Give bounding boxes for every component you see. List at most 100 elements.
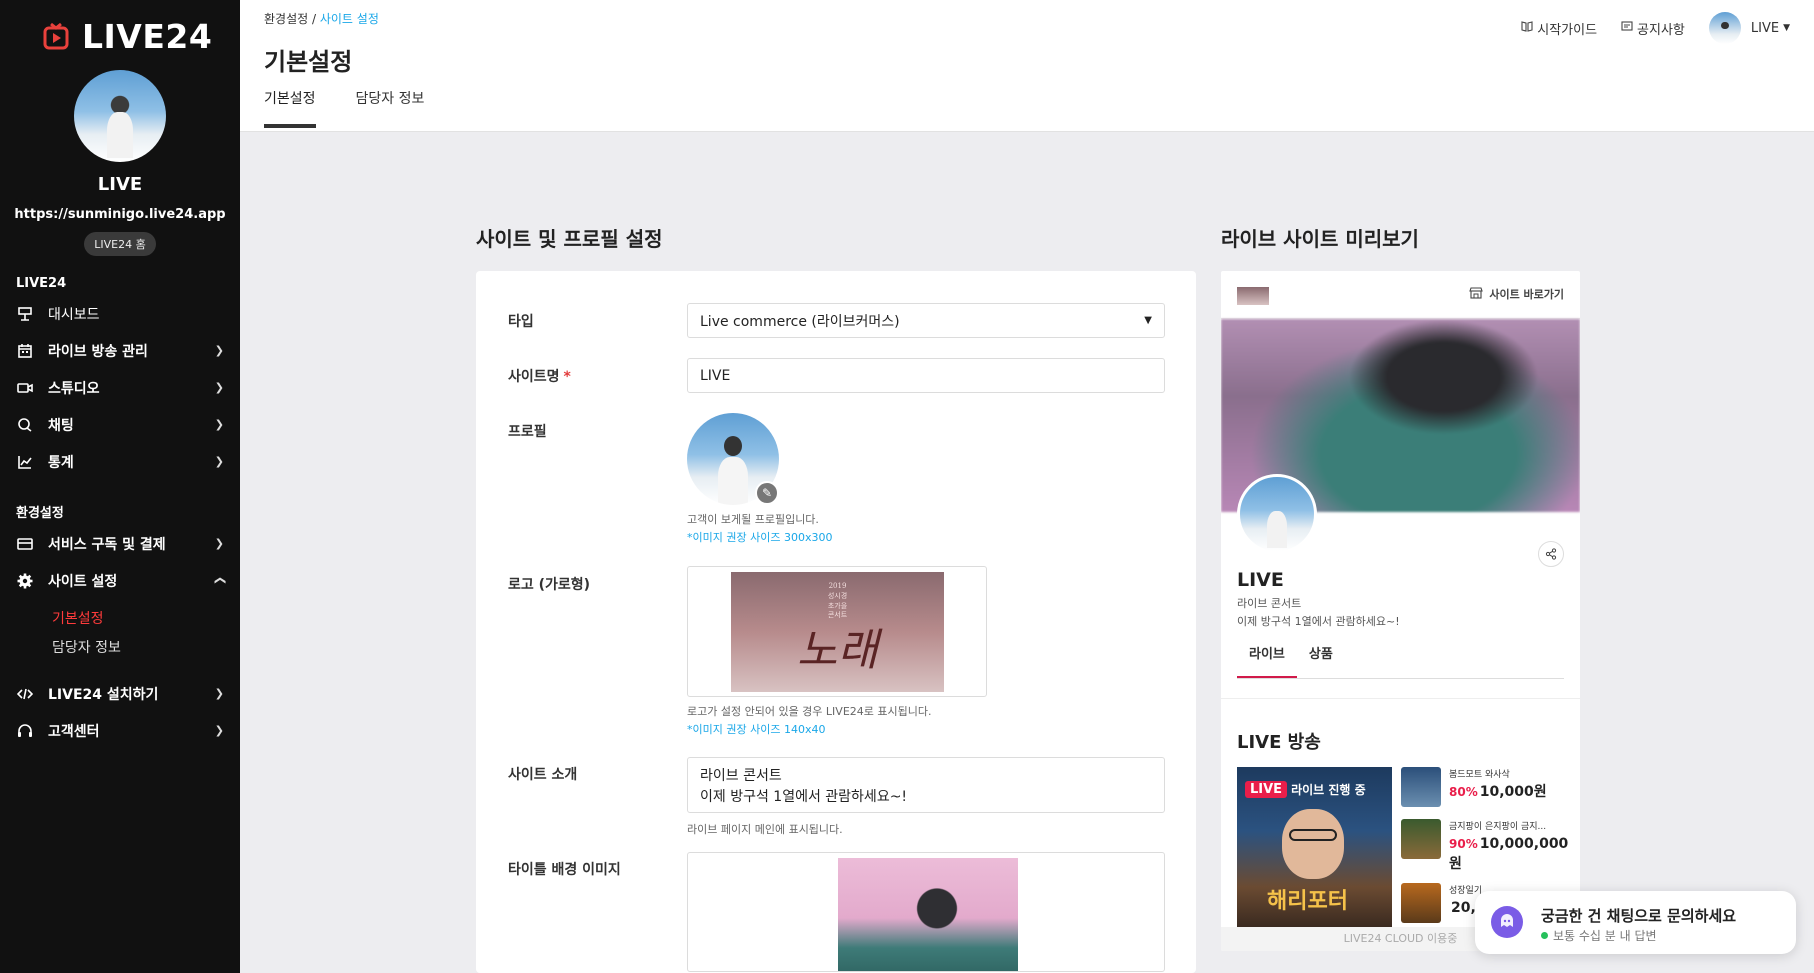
live-badge-label: LIVE (1245, 781, 1288, 798)
product-name: 금지팡이 은지팡이 금지... (1449, 822, 1547, 832)
intro-hint: 라이브 페이지 메인에 표시됩니다. (687, 823, 843, 836)
online-status-dot (1541, 932, 1548, 939)
user-name: LIVE (1750, 20, 1780, 36)
chat-icon (16, 416, 34, 434)
caret-down-icon: ▼ (1783, 23, 1790, 33)
title-bg-image (838, 858, 1018, 971)
required-mark: * (563, 369, 571, 385)
type-select[interactable]: Live commerce (라이브커머스) ▼ (687, 303, 1165, 338)
sidebar-item-label: 스튜디오 (48, 380, 100, 397)
preview-tab-live[interactable]: 라이브 (1237, 631, 1297, 678)
product-name: 봄드모트 와사삭 (1449, 770, 1510, 780)
product-thumbnail (1401, 883, 1441, 923)
product-discount: 90% (1449, 837, 1478, 851)
sidebar: LIVE24 LIVE https://sunminigo.live24.app… (0, 0, 240, 973)
logo-box[interactable]: 2019 성시경 초가을 콘서트 노래 (687, 566, 987, 697)
pencil-icon: ✎ (761, 486, 773, 500)
brand-logo[interactable]: LIVE24 (0, 0, 240, 60)
sidebar-item-support[interactable]: 고객센터 ❯ (0, 712, 240, 749)
sidebar-item-install[interactable]: LIVE24 설치하기 ❯ (0, 675, 240, 712)
profile-hint: 고객이 보게될 프로필입니다. (687, 513, 819, 526)
sidebar-item-label: LIVE24 설치하기 (48, 686, 159, 703)
product-item[interactable]: 봄드모트 와사삭 80% 10,000원 (1401, 767, 1561, 811)
sidebar-item-site-settings[interactable]: 사이트 설정 ❯ (0, 562, 240, 599)
intro-textarea[interactable]: 라이브 콘서트 이제 방구석 1열에서 관람하세요~! (687, 757, 1165, 813)
video-icon (16, 379, 34, 397)
avatar (1708, 12, 1741, 44)
logo-label: 로고 (가로형) (508, 577, 591, 593)
title-bg-label: 타이틀 배경 이미지 (508, 862, 621, 878)
share-icon[interactable] (1538, 541, 1564, 567)
tab-contact-info[interactable]: 담당자 정보 (356, 88, 425, 128)
sidebar-item-dashboard[interactable]: 대시보드 (0, 295, 240, 332)
tab-basic-settings[interactable]: 기본설정 (264, 88, 316, 128)
chevron-down-icon: ❯ (214, 381, 224, 394)
sidebar-item-label: 채팅 (48, 417, 74, 434)
sidebar-item-chat[interactable]: 채팅 ❯ (0, 406, 240, 443)
top-right-menu: 시작가이드 공지사항 LIVE ▼ (1521, 12, 1790, 44)
chevron-down-icon: ▼ (1144, 315, 1152, 326)
preview-logo (1237, 287, 1269, 305)
sidebar-item-subscription[interactable]: 서비스 구독 및 결제 ❯ (0, 525, 240, 562)
sidebar-item-live-management[interactable]: 라이브 방송 관리 ❯ (0, 332, 240, 369)
profile-upload: ✎ 고객이 보게될 프로필입니다. *이미지 권장 사이즈 300x300 (687, 413, 1165, 545)
tab-bar: 기본설정 담당자 정보 (264, 88, 424, 128)
live-thumbnail-face (1282, 809, 1344, 879)
sidebar-item-stats[interactable]: 통계 ❯ (0, 443, 240, 480)
notice-icon (1621, 20, 1633, 36)
breadcrumb-parent[interactable]: 환경설정 (264, 12, 308, 26)
site-settings-submenu: 기본설정 담당자 정보 (0, 605, 240, 663)
breadcrumb-separator: / (308, 12, 320, 26)
site-name-label: 사이트명 * (508, 369, 571, 385)
live-thumbnail-title: 해리포터 (1267, 888, 1348, 914)
live-thumbnail-glasses (1289, 829, 1337, 841)
chevron-down-icon: ❯ (214, 724, 224, 737)
logo-size-hint: *이미지 권장 사이즈 140x40 (687, 723, 826, 736)
dashboard-icon (16, 305, 34, 323)
chevron-down-icon: ❯ (214, 344, 224, 357)
product-thumbnail (1401, 819, 1441, 859)
sidebar-item-label: 라이브 방송 관리 (48, 343, 148, 360)
chevron-down-icon: ❯ (214, 687, 224, 700)
gear-icon (16, 572, 34, 590)
notice-link[interactable]: 공지사항 (1621, 19, 1685, 38)
product-price: 90% 10,000,000원 (1449, 836, 1569, 872)
logo-upload: 2019 성시경 초가을 콘서트 노래 로고가 설정 안되어 있을 경우 LIV… (687, 566, 1165, 737)
submenu-contact-info[interactable]: 담당자 정보 (0, 634, 240, 663)
visit-site-label: 사이트 바로가기 (1489, 288, 1564, 301)
edit-profile-button[interactable]: ✎ (755, 481, 779, 505)
live24-logo-icon (43, 22, 69, 50)
visit-site-button[interactable]: 사이트 바로가기 (1469, 286, 1564, 302)
chart-icon (16, 453, 34, 471)
product-item[interactable]: 금지팡이 은지팡이 금지... 90% 10,000,000원 (1401, 819, 1568, 872)
home-badge-button[interactable]: LIVE24 홈 (84, 232, 156, 256)
chat-title: 궁금한 건 채팅으로 문의하세요 (1541, 907, 1737, 925)
intro-label: 사이트 소개 (508, 767, 578, 783)
sidebar-item-label: 사이트 설정 (48, 573, 118, 590)
profile-label: 프로필 (508, 424, 547, 440)
page-title: 기본설정 (264, 48, 353, 76)
sidebar-item-studio[interactable]: 스튜디오 ❯ (0, 369, 240, 406)
store-icon (1469, 286, 1484, 302)
headset-icon (16, 722, 34, 740)
breadcrumb-current[interactable]: 사이트 설정 (320, 12, 379, 26)
profile-url[interactable]: https://sunminigo.live24.app (0, 207, 240, 222)
site-name-input[interactable]: LIVE (687, 358, 1165, 393)
sidebar-section-label: 환경설정 (16, 506, 64, 521)
profile-name: LIVE (97, 174, 143, 195)
start-guide-link[interactable]: 시작가이드 (1521, 19, 1597, 38)
preview-tab-products[interactable]: 상품 (1297, 631, 1345, 678)
preview-intro: 라이브 콘서트 이제 방구석 1열에서 관람하세요~! (1237, 597, 1400, 628)
chat-widget[interactable]: 궁금한 건 채팅으로 문의하세요 보통 수십 분 내 답변 (1475, 891, 1796, 954)
preview-header: 사이트 바로가기 (1221, 271, 1580, 319)
code-icon (16, 685, 34, 703)
submenu-basic-settings[interactable]: 기본설정 (0, 605, 240, 634)
live-status-badge: LIVE 라이브 진행 중 (1245, 781, 1366, 798)
live-broadcast-card[interactable]: LIVE 라이브 진행 중 해리포터 (1237, 767, 1392, 927)
title-bg-box[interactable] (687, 852, 1165, 972)
chevron-up-icon: ❯ (212, 575, 226, 586)
sidebar-profile: LIVE https://sunminigo.live24.app LIVE24… (0, 70, 240, 256)
user-menu[interactable]: LIVE ▼ (1708, 12, 1790, 44)
intro-field: 라이브 콘서트 이제 방구석 1열에서 관람하세요~! 라이브 페이지 메인에 … (687, 757, 1165, 837)
chevron-down-icon: ❯ (214, 537, 224, 550)
